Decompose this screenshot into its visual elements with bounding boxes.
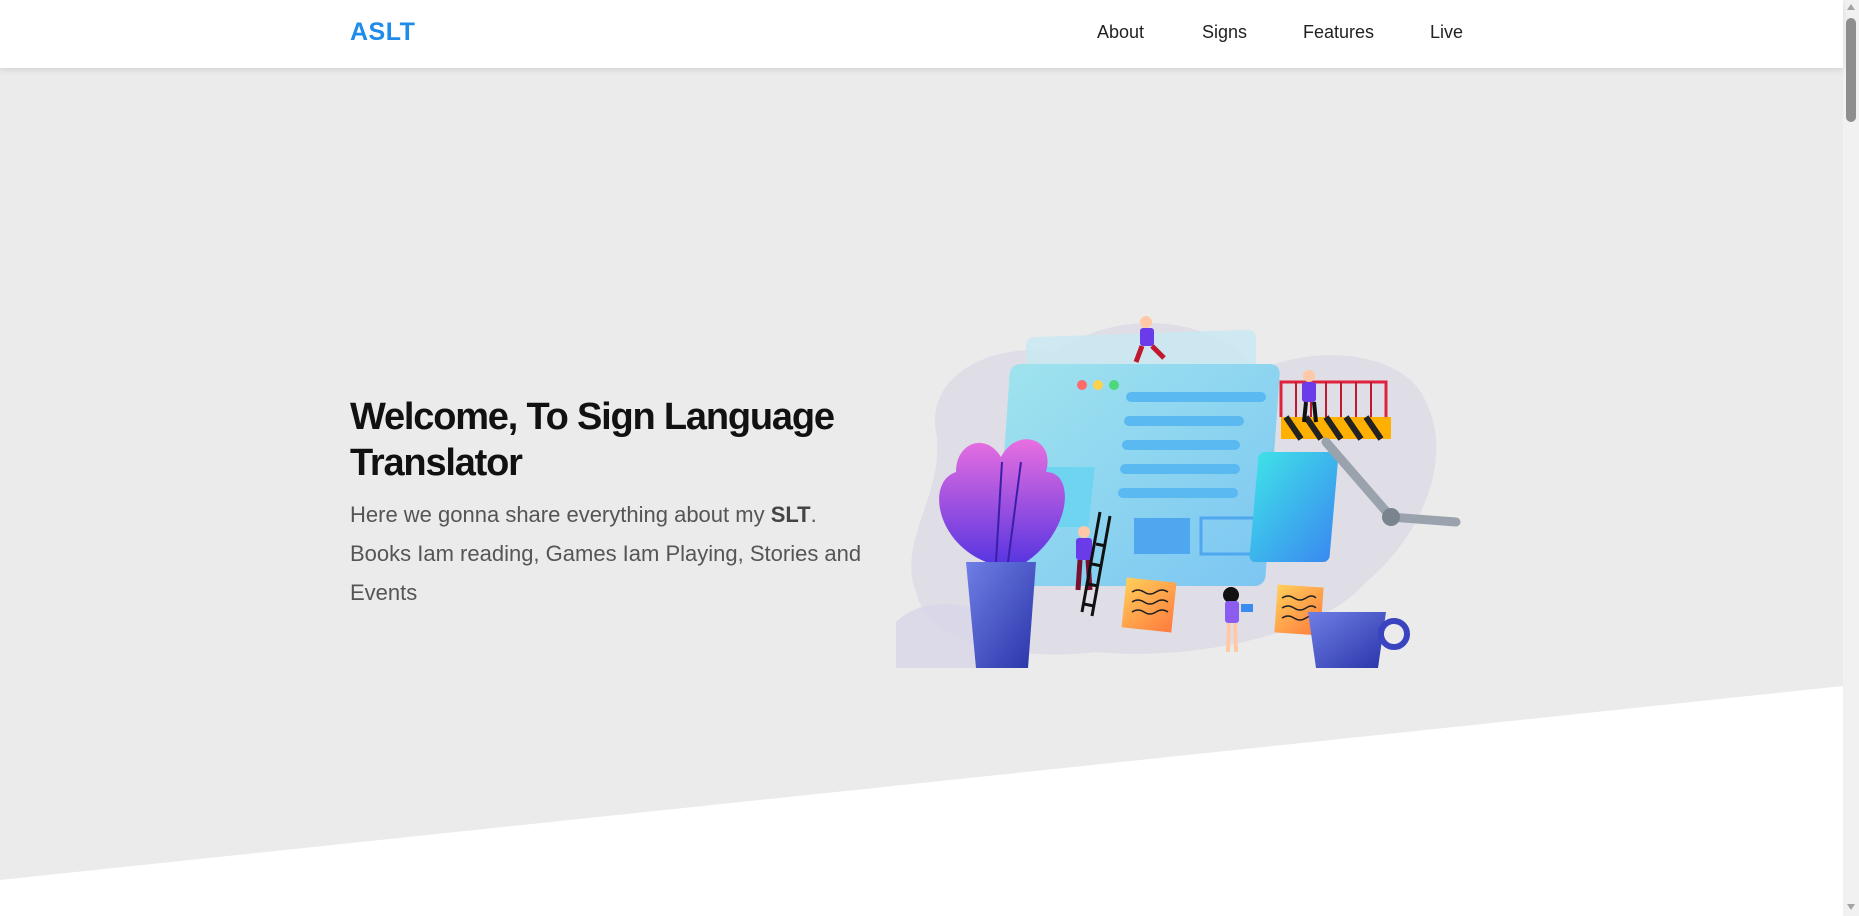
hero-section: Welcome, To Sign Language Translator Her…	[0, 68, 1843, 916]
navbar: ASLT About Signs Features Live	[0, 0, 1843, 68]
hero-description-text: Here we gonna share everything about my	[350, 502, 771, 527]
hero-description-highlight: SLT	[770, 502, 811, 527]
nav-link-about[interactable]: About	[1097, 22, 1144, 43]
hero-illustration	[896, 316, 1461, 668]
page-scrollbar[interactable]	[1843, 0, 1859, 916]
scrollbar-thumb[interactable]	[1846, 18, 1856, 122]
hero-description: Here we gonna share everything about my …	[350, 495, 870, 612]
hero-title: Welcome, To Sign Language Translator	[350, 396, 835, 484]
scroll-up-arrow-icon[interactable]	[1847, 4, 1855, 10]
nav-link-live[interactable]: Live	[1430, 22, 1463, 43]
nav-link-features[interactable]: Features	[1303, 22, 1374, 43]
nav-link-signs[interactable]: Signs	[1202, 22, 1247, 43]
scroll-down-arrow-icon[interactable]	[1847, 904, 1855, 910]
brand-logo[interactable]: ASLT	[350, 18, 415, 47]
